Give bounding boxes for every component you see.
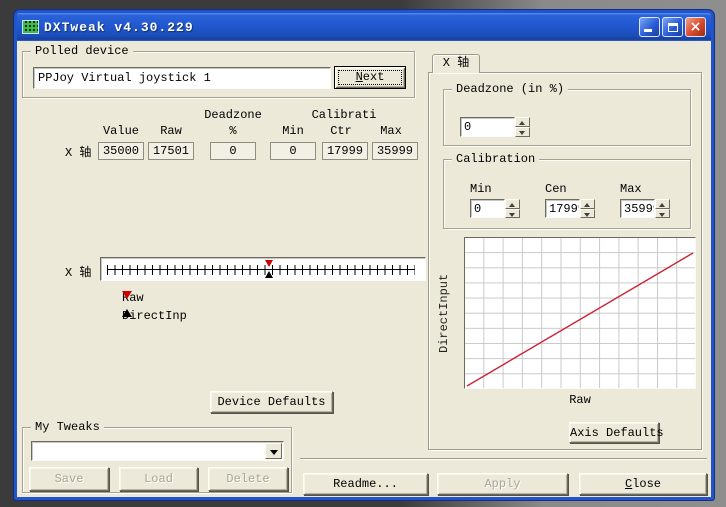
minimize-button[interactable] [639,17,660,37]
directinput-legend-marker-icon [122,309,132,317]
close-icon: × [690,19,702,35]
spinner-down-icon[interactable] [655,209,670,219]
title-bar[interactable]: DXTweak v4.30.229 × [17,13,711,41]
calibration-group: Calibration Min Cen Max 0 17999 35999 [443,159,691,229]
column-header-deadzone-pct: % [203,124,263,138]
graph-y-axis-label: DirectInput [437,237,453,389]
maximize-button[interactable] [662,17,683,37]
spinner-down-icon[interactable] [505,209,520,219]
my-tweaks-group: My Tweaks Save Load Delete [22,427,292,493]
polled-device-field[interactable]: PPJoy Virtual joystick 1 [33,67,331,89]
x-axis-raw-cell: 17501 [148,142,194,160]
legend-raw: Raw [122,291,144,305]
load-tweak-button[interactable]: Load [119,467,198,491]
next-device-button[interactable]: Next [334,66,406,89]
spinner-up-icon[interactable] [580,199,595,209]
maximize-icon [668,23,678,32]
axis-defaults-button[interactable]: Axis Defaults [569,422,659,443]
column-header-raw: Raw [141,124,201,138]
deadzone-spinner[interactable]: 0 [460,117,530,137]
calibration-cen-label: Cen [545,182,567,196]
delete-tweak-button[interactable]: Delete [208,467,288,491]
window-title: DXTweak v4.30.229 [44,20,639,35]
spinner-up-icon[interactable] [515,117,530,127]
tweaks-combobox[interactable] [31,441,284,461]
deadzone-spinner-value[interactable]: 0 [460,117,515,137]
readme-button[interactable]: Readme... [303,473,428,495]
app-icon [22,20,39,34]
calibration-max-label: Max [620,182,642,196]
apply-button[interactable]: Apply [437,473,568,495]
bottom-separator [300,458,707,460]
x-axis-trackbar[interactable] [100,257,426,281]
spinner-down-icon[interactable] [580,209,595,219]
save-tweak-button[interactable]: Save [29,467,109,491]
spinner-down-icon[interactable] [515,127,530,137]
spinner-up-icon[interactable] [655,199,670,209]
calibration-min-value[interactable]: 0 [470,199,505,218]
x-axis-deadzone-pct-cell: 0 [210,142,256,160]
deadzone-group-label: Deadzone (in %) [452,82,568,96]
calibration-max-spinner-buttons [655,199,670,218]
close-button[interactable]: × [685,17,706,37]
close-dialog-button[interactable]: Close [579,473,707,495]
x-axis-min-cell: 0 [270,142,316,160]
dialog-client-area: Polled device PPJoy Virtual joystick 1 N… [17,41,711,497]
calibration-cen-spinner-buttons [580,199,595,218]
desktop-background: { "window": { "title": "DXTweak v4.30.22… [0,0,726,507]
trackbar-ruler [107,265,415,275]
calibration-response-graph [464,237,696,389]
caption-buttons: × [639,17,706,37]
legend-directinput: DirectInp [122,309,187,323]
x-axis-ctr-cell: 17999 [322,142,368,160]
trackbar-axis-label: X 轴 [65,263,91,280]
dxtweak-window: DXTweak v4.30.229 × Polled device PPJoy … [14,10,714,500]
minimize-icon [644,29,652,32]
spinner-up-icon[interactable] [505,199,520,209]
tweaks-combobox-dropdown-icon[interactable] [265,443,282,459]
my-tweaks-group-label: My Tweaks [31,420,104,434]
tab-x-axis[interactable]: X 轴 [432,54,480,73]
x-axis-max-cell: 35999 [372,142,418,160]
x-axis-value-cell: 35000 [98,142,144,160]
calibration-max-value[interactable]: 35999 [620,199,655,218]
graph-line [465,238,695,388]
x-axis-row-label: X 轴 [65,143,91,160]
calibration-min-label: Min [470,182,492,196]
graph-x-axis-label: Raw [464,393,696,407]
raw-legend-marker-icon [122,291,132,299]
deadzone-group: Deadzone (in %) 0 [443,89,691,146]
calibration-cen-spinner[interactable]: 17999 [545,199,595,218]
deadzone-spinner-buttons [515,117,530,137]
calibration-min-spinner[interactable]: 0 [470,199,520,218]
deadzone-column-group-header: Deadzone [193,108,273,122]
column-header-max: Max [361,124,421,138]
polled-device-group: Polled device PPJoy Virtual joystick 1 N… [22,51,415,98]
x-axis-tab-page: Deadzone (in %) 0 Calibration Min Cen Ma… [428,72,702,450]
calibration-column-group-header: Calibrati [304,108,384,122]
raw-position-marker-icon [265,260,273,267]
calibration-min-spinner-buttons [505,199,520,218]
calibration-max-spinner[interactable]: 35999 [620,199,670,218]
polled-device-group-label: Polled device [31,44,133,58]
directinput-position-marker-icon [265,271,273,278]
calibration-group-label: Calibration [452,152,539,166]
calibration-cen-value[interactable]: 17999 [545,199,580,218]
device-defaults-button[interactable]: Device Defaults [210,391,333,413]
